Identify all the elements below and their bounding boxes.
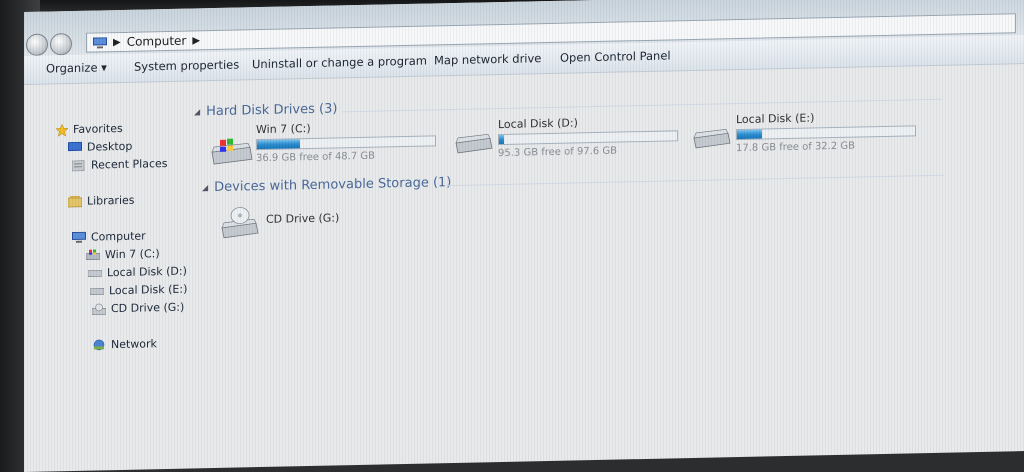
group-divider (342, 98, 942, 113)
system-properties-button[interactable]: System properties (134, 57, 239, 73)
nav-desktop-label: Desktop (87, 139, 133, 154)
nav-recent-label: Recent Places (91, 156, 168, 172)
nav-drive-g-label: CD Drive (G:) (111, 300, 185, 316)
drive-c-usage-fill (257, 139, 300, 150)
group-removable-label: Devices with Removable Storage (1) (214, 175, 452, 196)
group-header-hard-disk-drives[interactable]: ◢ Hard Disk Drives (3) (194, 101, 337, 119)
explorer-window: ▶ Computer ▶ Organize ▾ System propertie… (24, 0, 1024, 472)
cd-drive-icon (221, 207, 259, 239)
nav-drive-d-label: Local Disk (D:) (107, 264, 187, 280)
nav-favorites-label: Favorites (73, 121, 123, 136)
computer-icon (72, 231, 86, 243)
nav-network[interactable]: Network (92, 337, 157, 351)
nav-drive-g[interactable]: CD Drive (G:) (92, 301, 184, 316)
drive-d-usage-bar (498, 130, 678, 146)
cd-drive-icon (92, 303, 106, 315)
drive-e-usage-bar (736, 125, 916, 141)
nav-network-label: Network (111, 337, 157, 352)
hard-drive-icon (88, 270, 102, 277)
nav-computer-label: Computer (91, 229, 146, 244)
drive-e-usage-fill (737, 129, 762, 140)
hard-drive-icon (693, 128, 731, 149)
group-header-removable-storage[interactable]: ◢ Devices with Removable Storage (1) (202, 175, 451, 195)
nav-libraries[interactable]: Libraries (68, 194, 135, 208)
network-icon (93, 339, 105, 351)
hard-drive-icon (90, 288, 104, 295)
nav-recent-places[interactable]: Recent Places (72, 157, 168, 172)
group-hdd-label: Hard Disk Drives (3) (206, 101, 338, 120)
windows-drive-icon (86, 249, 100, 261)
desktop-icon (68, 141, 82, 152)
drive-d-name: Local Disk (D:) (498, 116, 578, 132)
map-network-drive-button[interactable]: Map network drive (434, 51, 541, 67)
drive-c-usage-bar (256, 135, 436, 151)
drive-c-name: Win 7 (C:) (256, 121, 311, 137)
drive-c-free-space: 36.9 GB free of 48.7 GB (256, 150, 375, 165)
recent-places-icon (72, 159, 85, 171)
collapse-triangle-icon[interactable]: ◢ (202, 183, 208, 192)
open-control-panel-button[interactable]: Open Control Panel (560, 48, 671, 64)
drive-e-free-space: 17.8 GB free of 32.2 GB (736, 140, 855, 155)
breadcrumb-chevron-icon[interactable]: ▶ (192, 35, 200, 46)
nav-libraries-label: Libraries (87, 193, 135, 208)
nav-drive-d[interactable]: Local Disk (D:) (88, 265, 187, 280)
drive-e-name: Local Disk (E:) (736, 111, 815, 127)
nav-drive-e-label: Local Disk (E:) (109, 282, 188, 298)
drive-d-usage-fill (499, 134, 505, 145)
nav-desktop[interactable]: Desktop (68, 140, 132, 154)
windows-drive-icon (211, 138, 253, 165)
nav-drive-e[interactable]: Local Disk (E:) (90, 283, 187, 298)
nav-drive-c-label: Win 7 (C:) (105, 247, 160, 262)
uninstall-program-button[interactable]: Uninstall or change a program (252, 54, 427, 72)
nav-drive-c[interactable]: Win 7 (C:) (86, 247, 160, 262)
nav-favorites[interactable]: Favorites (56, 122, 123, 136)
nav-computer[interactable]: Computer (72, 229, 146, 244)
back-button[interactable] (26, 33, 48, 56)
navigation-pane: Favorites Desktop Recent Places Librarie… (24, 80, 194, 472)
group-divider (444, 174, 944, 187)
organize-button[interactable]: Organize ▾ (46, 60, 107, 75)
forward-button[interactable] (50, 32, 72, 56)
breadcrumb-computer[interactable]: Computer (127, 34, 187, 49)
hard-drive-icon (455, 133, 493, 154)
drive-d-free-space: 95.3 GB free of 97.6 GB (498, 145, 617, 160)
collapse-triangle-icon[interactable]: ◢ (194, 107, 200, 116)
breadcrumb-chevron-icon[interactable]: ▶ (113, 36, 121, 47)
libraries-icon (68, 195, 82, 207)
star-icon (56, 123, 68, 136)
computer-icon (93, 36, 107, 48)
drive-g-name: CD Drive (G:) (266, 211, 340, 226)
